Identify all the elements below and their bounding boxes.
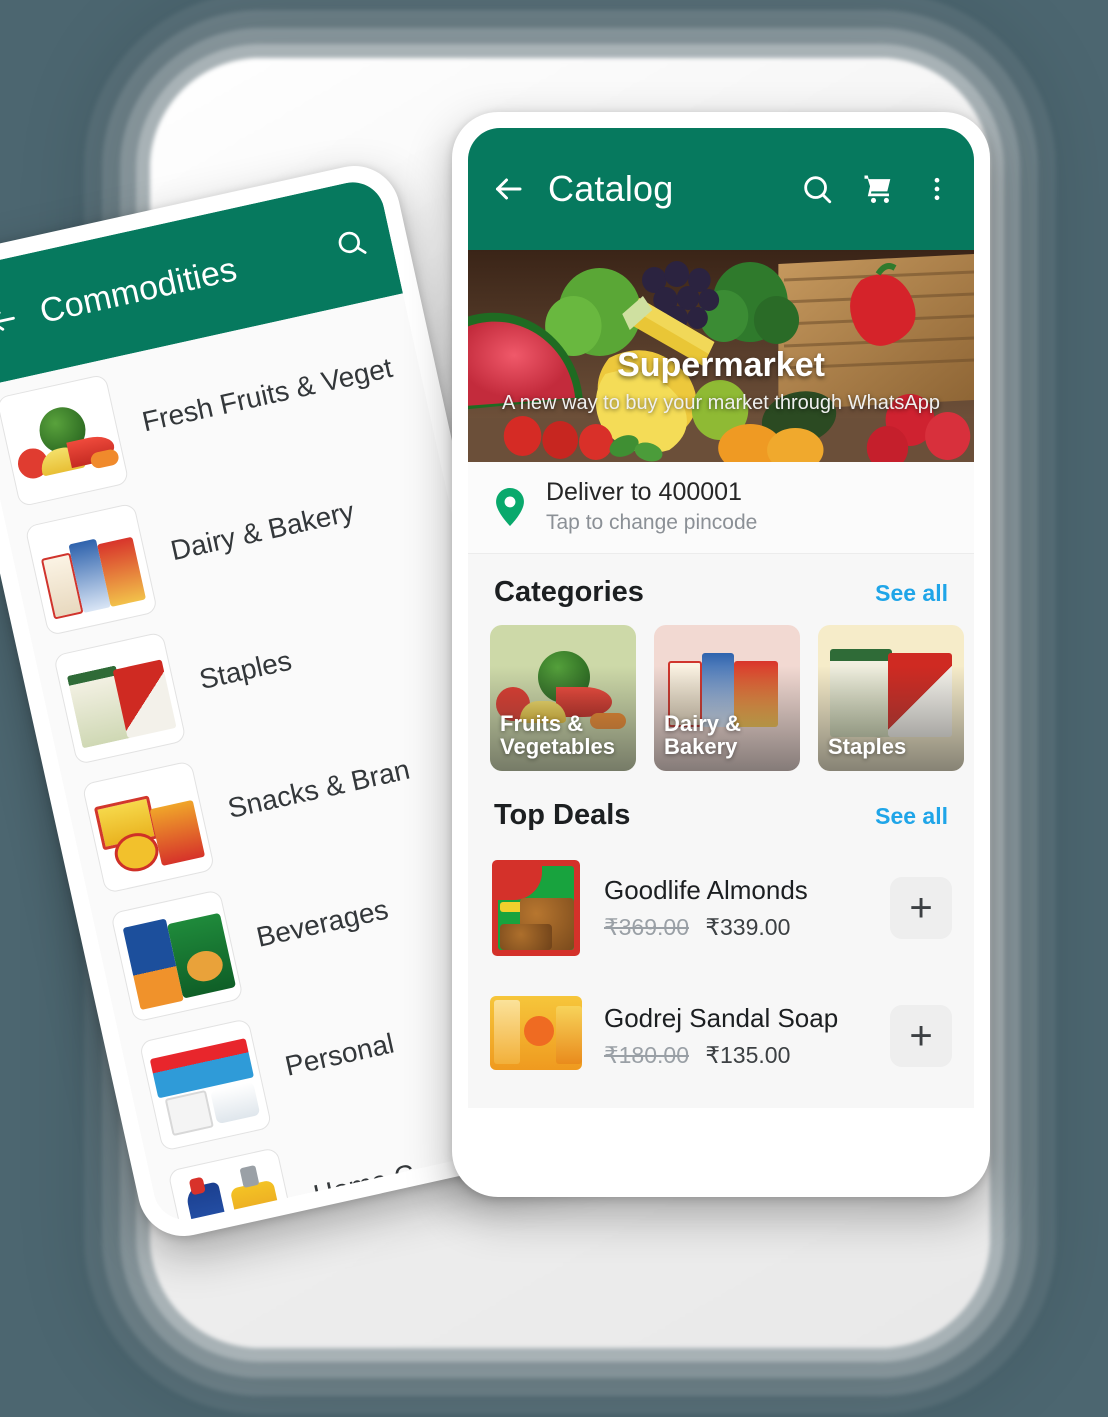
deal-prices: ₹369.00 ₹339.00 — [604, 914, 868, 941]
add-to-cart-button[interactable]: + — [890, 877, 952, 939]
categories-see-all-link[interactable]: See all — [875, 580, 948, 607]
list-item-label: Staples — [196, 644, 295, 696]
staples-thumb — [53, 631, 187, 766]
shopping-cart-icon[interactable] — [860, 171, 896, 207]
top-deals-list: Goodlife Almonds ₹369.00 ₹339.00 + Godre… — [468, 844, 974, 1108]
category-card-label: Staples — [828, 734, 907, 760]
hero-banner[interactable]: Supermarket A new way to buy your market… — [468, 250, 974, 462]
category-card-staples[interactable]: Staples — [818, 625, 964, 771]
search-icon[interactable] — [800, 172, 834, 206]
deal-price-original: ₹180.00 — [604, 1042, 689, 1068]
change-pincode-hint: Tap to change pincode — [546, 511, 758, 534]
deal-price-current: ₹135.00 — [705, 1042, 791, 1068]
category-card-dairy-bakery[interactable]: Dairy & Bakery — [654, 625, 800, 771]
hero-title: Supermarket — [617, 346, 825, 384]
snacks-branded-foods-thumb — [81, 760, 216, 894]
deliver-to-text: Deliver to 400001 — [546, 478, 742, 506]
list-item-label: Dairy & Bakery — [167, 495, 357, 567]
commodities-title: Commodities — [36, 249, 241, 331]
almonds-pack-thumb — [490, 858, 582, 958]
categories-section-header: Categories See all — [468, 554, 974, 621]
location-pin-icon — [494, 487, 526, 526]
top-deals-section-header: Top Deals See all — [468, 777, 974, 844]
deal-name: Goodlife Almonds — [604, 875, 808, 905]
categories-carousel[interactable]: Fruits & Vegetables Dairy & Bakery Stapl… — [468, 621, 974, 777]
list-item-label: Personal — [282, 1027, 397, 1082]
fruits-vegetables-thumb — [0, 373, 130, 508]
deal-row[interactable]: Goodlife Almonds ₹369.00 ₹339.00 + — [468, 844, 974, 972]
phone-catalog: Catalog Supermarket A new way to buy you… — [452, 112, 990, 1197]
category-card-label: Dairy & Bakery — [664, 710, 742, 760]
category-card-label: Fruits & Vegetables — [500, 710, 615, 760]
arrow-left-icon[interactable] — [490, 171, 526, 207]
personal-care-thumb — [138, 1018, 273, 1152]
top-deals-title: Top Deals — [494, 799, 631, 831]
add-to-cart-button[interactable]: + — [890, 1005, 952, 1067]
catalog-screen: Catalog Supermarket A new way to buy you… — [468, 128, 974, 1181]
beverages-thumb — [110, 889, 244, 1023]
catalog-appbar: Catalog — [468, 128, 974, 250]
deal-info: Godrej Sandal Soap ₹180.00 ₹135.00 — [604, 1003, 868, 1069]
list-item-label: Snacks & Bran — [225, 753, 413, 824]
deal-prices: ₹180.00 ₹135.00 — [604, 1042, 868, 1069]
top-deals-see-all-link[interactable]: See all — [875, 803, 948, 830]
search-icon[interactable] — [332, 224, 370, 262]
categories-title: Categories — [494, 576, 644, 608]
sandal-soap-pack-thumb — [490, 986, 582, 1086]
deal-info: Goodlife Almonds ₹369.00 ₹339.00 — [604, 875, 868, 941]
home-care-thumb — [167, 1146, 301, 1226]
deal-name: Godrej Sandal Soap — [604, 1003, 839, 1033]
more-vertical-icon[interactable] — [922, 174, 952, 204]
dairy-bakery-thumb — [24, 502, 159, 637]
deal-price-original: ₹369.00 — [604, 914, 689, 940]
category-card-fruits-vegetables[interactable]: Fruits & Vegetables — [490, 625, 636, 771]
list-item-label: Fresh Fruits & Veget — [139, 351, 396, 438]
hero-subtitle: A new way to buy your market through Wha… — [502, 392, 940, 414]
deliver-to-row[interactable]: Deliver to 400001 Tap to change pincode — [468, 462, 974, 554]
arrow-left-icon[interactable] — [0, 300, 23, 341]
deal-row[interactable]: Godrej Sandal Soap ₹180.00 ₹135.00 + — [468, 972, 974, 1100]
list-item-label: Beverages — [253, 893, 392, 953]
page-title: Catalog — [548, 168, 674, 209]
deal-price-current: ₹339.00 — [705, 914, 791, 940]
